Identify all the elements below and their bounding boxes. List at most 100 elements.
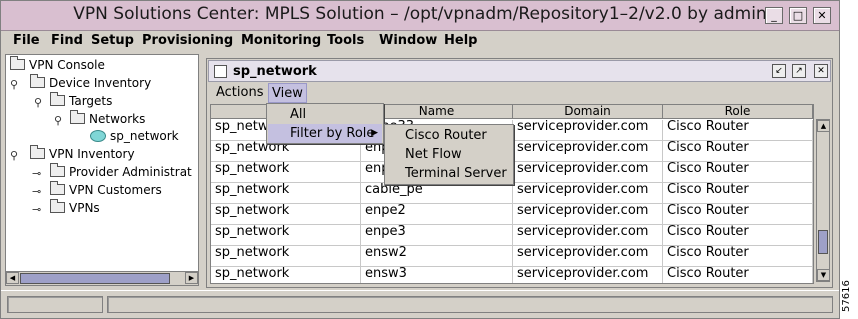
cell-domain: serviceprovider.com: [513, 267, 663, 283]
menu-setup[interactable]: Setup: [91, 33, 134, 48]
close-icon: ✕: [817, 9, 827, 22]
tree-item-vpn-inventory[interactable]: VPN Inventory: [30, 145, 135, 163]
navigation-tree: VPN Console ⚲ Device Inventory ⚲ Targets…: [5, 54, 199, 286]
expand-key-icon[interactable]: ⚲: [10, 78, 18, 91]
folder-icon: [30, 145, 45, 159]
cell-network: sp_network: [211, 183, 361, 204]
scroll-thumb[interactable]: [20, 273, 170, 284]
tree-item-device-inventory[interactable]: Device Inventory: [30, 74, 151, 92]
cell-role: Cisco Router: [663, 204, 813, 225]
expand-key-icon[interactable]: ⚲: [10, 149, 18, 162]
expand-key-icon[interactable]: ⚲: [34, 96, 42, 109]
folder-icon: [50, 181, 65, 195]
cell-domain: serviceprovider.com: [513, 120, 663, 141]
menu-item-all[interactable]: All: [268, 105, 382, 124]
table-row[interactable]: sp_network ensw2 serviceprovider.com Cisco …: [211, 246, 813, 267]
table-row[interactable]: sp_network cable_pe serviceprovider.com Cis…: [211, 183, 813, 204]
collapse-key-icon[interactable]: ⊸: [32, 167, 41, 180]
restore-icon[interactable]: ↙: [772, 64, 786, 78]
menu-item-terminal-server[interactable]: Terminal Server: [386, 164, 512, 183]
cell-network: sp_network: [211, 204, 361, 225]
tree-item-vpn-console[interactable]: VPN Console: [10, 56, 105, 74]
tree-item-label: VPN Console: [29, 58, 105, 72]
collapse-key-icon[interactable]: ⊸: [32, 185, 41, 198]
table-row[interactable]: sp_network ensw3 serviceprovider.com Cisco …: [211, 267, 813, 283]
cell-domain: serviceprovider.com: [513, 183, 663, 204]
cell-domain: serviceprovider.com: [513, 225, 663, 246]
menu-provisioning[interactable]: Provisioning: [142, 33, 233, 48]
table-vertical-scrollbar[interactable]: ▲ ▼: [816, 119, 830, 282]
cell-domain: serviceprovider.com: [513, 141, 663, 162]
menu-item-cisco-router[interactable]: Cisco Router: [386, 126, 512, 145]
cell-network: sp_network: [211, 141, 361, 162]
tree-item-vpn-customers[interactable]: VPN Customers: [50, 181, 162, 199]
submenu-arrow-icon: ▶: [371, 128, 378, 138]
menu-actions[interactable]: Actions: [213, 83, 267, 103]
tree-item-label: sp_network: [110, 129, 179, 143]
column-header-role[interactable]: Role: [663, 105, 813, 119]
menu-bar: File Find Setup Provisioning Monitoring …: [1, 31, 839, 52]
cell-name: cable_pe: [361, 183, 513, 204]
network-cloud-icon: [90, 129, 106, 142]
cell-role: Cisco Router: [663, 246, 813, 267]
tree-item-label: VPNs: [69, 201, 100, 215]
window-title: VPN Solutions Center: MPLS Solution – /o…: [73, 4, 767, 24]
cell-role: Cisco Router: [663, 141, 813, 162]
window-document-icon: [214, 65, 227, 78]
tree-item-label: Device Inventory: [49, 76, 152, 90]
scroll-thumb[interactable]: [818, 230, 828, 254]
folder-icon: [50, 92, 65, 106]
cell-role: Cisco Router: [663, 183, 813, 204]
folder-icon: [10, 56, 25, 70]
menu-item-net-flow[interactable]: Net Flow: [386, 145, 512, 164]
tree-item-provider-administration[interactable]: Provider Administrat: [50, 163, 192, 181]
tree-item-label: VPN Inventory: [49, 147, 135, 161]
column-header-domain[interactable]: Domain: [513, 105, 663, 119]
maximize-icon: □: [792, 9, 804, 22]
menu-help[interactable]: Help: [444, 33, 477, 48]
scroll-right-icon[interactable]: ▶: [185, 272, 198, 284]
cell-network: sp_network: [211, 267, 361, 283]
status-bar: [1, 290, 839, 318]
close-button[interactable]: ✕: [813, 7, 831, 24]
tree-item-targets[interactable]: Targets: [50, 92, 112, 110]
menu-item-filter-by-role[interactable]: Filter by Role ▶: [268, 124, 382, 143]
scroll-up-icon[interactable]: ▲: [817, 120, 830, 132]
tree-item-vpns[interactable]: VPNs: [50, 199, 100, 217]
cell-name: enpe2: [361, 204, 513, 225]
collapse-key-icon[interactable]: ⊸: [32, 203, 41, 216]
cell-network: sp_network: [211, 225, 361, 246]
table-row[interactable]: sp_network enpe3 serviceprovider.com Cisco …: [211, 225, 813, 246]
scroll-left-icon[interactable]: ◀: [6, 272, 19, 284]
menu-find[interactable]: Find: [51, 33, 83, 48]
folder-icon: [50, 199, 65, 213]
cell-role: Cisco Router: [663, 162, 813, 183]
tree-item-label: Networks: [89, 112, 146, 126]
cell-network: sp_network: [211, 162, 361, 183]
maximize-button[interactable]: □: [789, 7, 807, 24]
title-bar[interactable]: VPN Solutions Center: MPLS Solution – /o…: [1, 1, 839, 31]
folder-icon: [50, 163, 65, 177]
minimize-button[interactable]: _: [765, 7, 783, 24]
menu-file[interactable]: File: [13, 33, 40, 48]
tree-item-networks[interactable]: Networks: [70, 110, 145, 128]
expand-key-icon[interactable]: ⚲: [54, 114, 62, 127]
cell-role: Cisco Router: [663, 267, 813, 283]
menu-view[interactable]: View: [268, 83, 307, 103]
table-row[interactable]: sp_network enpe2 serviceprovider.com Cisco …: [211, 204, 813, 225]
inner-title-bar[interactable]: sp_network ↙ ↗ ✕: [208, 60, 831, 82]
tree-item-label: Provider Administrat: [69, 165, 192, 179]
close-icon[interactable]: ✕: [814, 64, 828, 78]
menu-tools[interactable]: Tools: [327, 33, 364, 48]
tree-item-label: Targets: [69, 94, 113, 108]
menu-window[interactable]: Window: [379, 33, 437, 48]
tree-horizontal-scrollbar[interactable]: ◀ ▶: [6, 271, 198, 285]
filter-by-role-submenu: Cisco Router Net Flow Terminal Server: [384, 124, 514, 185]
maximize-icon[interactable]: ↗: [792, 64, 806, 78]
cell-domain: serviceprovider.com: [513, 246, 663, 267]
menu-monitoring[interactable]: Monitoring: [241, 33, 321, 48]
scroll-down-icon[interactable]: ▼: [817, 269, 830, 281]
cell-role: Cisco Router: [663, 225, 813, 246]
tree-item-sp-network[interactable]: sp_network: [90, 127, 179, 145]
inner-window-title: sp_network: [233, 64, 317, 79]
